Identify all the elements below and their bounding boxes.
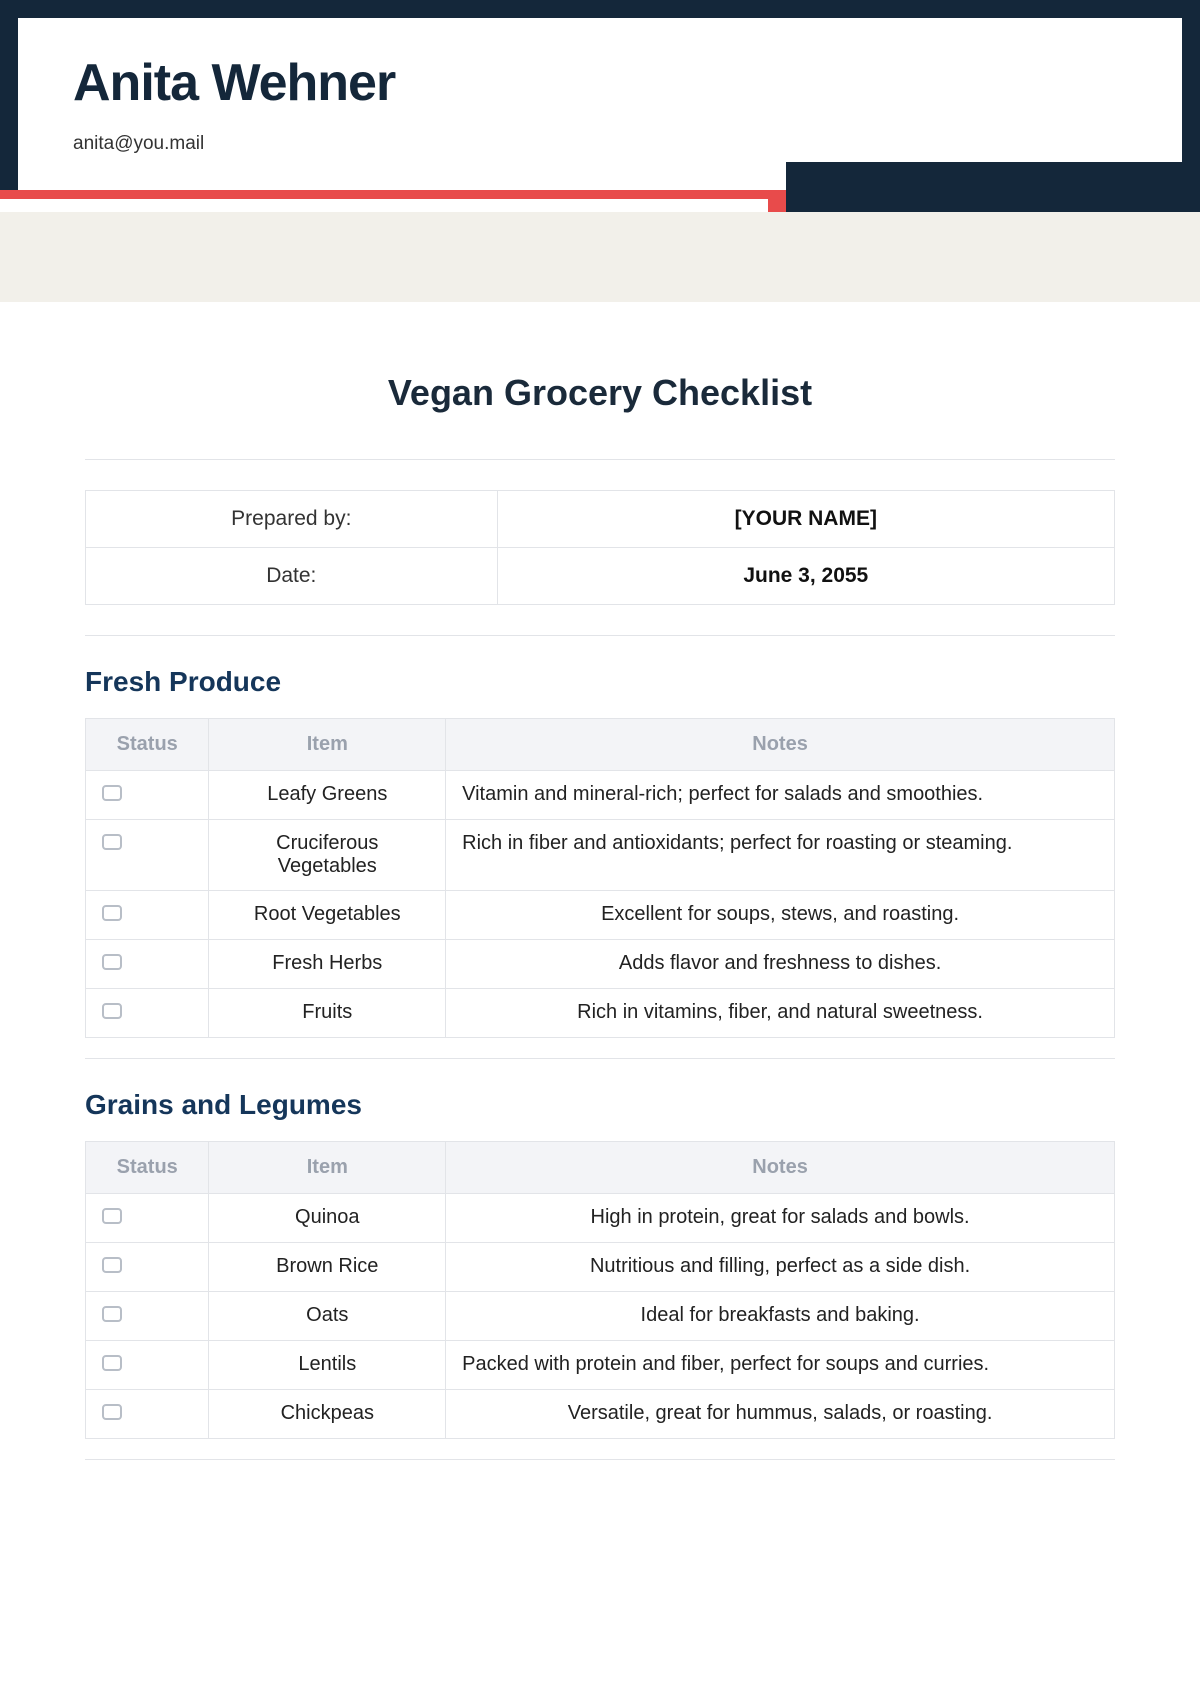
item-cell: Quinoa — [209, 1194, 446, 1243]
notes-cell: Rich in vitamins, fiber, and natural swe… — [446, 989, 1115, 1038]
checkbox-icon[interactable] — [102, 834, 122, 850]
notes-cell: Rich in fiber and antioxidants; perfect … — [446, 820, 1115, 891]
status-cell — [86, 771, 209, 820]
accent-navy-block — [786, 162, 1200, 212]
item-cell: Fresh Herbs — [209, 940, 446, 989]
checkbox-icon[interactable] — [102, 785, 122, 801]
column-header-status: Status — [86, 1142, 209, 1194]
checkbox-icon[interactable] — [102, 954, 122, 970]
column-header-item: Item — [209, 1142, 446, 1194]
column-header-status: Status — [86, 719, 209, 771]
section-title: Grains and Legumes — [85, 1089, 1115, 1121]
notes-cell: Ideal for breakfasts and baking. — [446, 1292, 1115, 1341]
item-cell: Lentils — [209, 1341, 446, 1390]
status-cell — [86, 989, 209, 1038]
table-row: LentilsPacked with protein and fiber, pe… — [86, 1341, 1115, 1390]
checkbox-icon[interactable] — [102, 1355, 122, 1371]
status-cell — [86, 940, 209, 989]
item-cell: Root Vegetables — [209, 891, 446, 940]
notes-cell: Vitamin and mineral-rich; perfect for sa… — [446, 771, 1115, 820]
checklist-table: StatusItemNotesQuinoaHigh in protein, gr… — [85, 1141, 1115, 1439]
divider — [85, 1459, 1115, 1460]
table-row: QuinoaHigh in protein, great for salads … — [86, 1194, 1115, 1243]
status-cell — [86, 1194, 209, 1243]
person-email: anita@you.mail — [73, 133, 1127, 155]
table-row: Root VegetablesExcellent for soups, stew… — [86, 891, 1115, 940]
status-cell — [86, 1341, 209, 1390]
status-cell — [86, 891, 209, 940]
checkbox-icon[interactable] — [102, 1404, 122, 1420]
notes-cell: Versatile, great for hummus, salads, or … — [446, 1390, 1115, 1439]
notes-cell: Adds flavor and freshness to dishes. — [446, 940, 1115, 989]
meta-label-date: Date: — [86, 548, 498, 605]
status-cell — [86, 820, 209, 891]
person-name: Anita Wehner — [73, 53, 1127, 113]
accent-red-bar — [0, 190, 768, 199]
meta-row-prepared-by: Prepared by: [YOUR NAME] — [86, 491, 1115, 548]
item-cell: Fruits — [209, 989, 446, 1038]
checkbox-icon[interactable] — [102, 1208, 122, 1224]
table-row: Leafy GreensVitamin and mineral-rich; pe… — [86, 771, 1115, 820]
notes-cell: Excellent for soups, stews, and roasting… — [446, 891, 1115, 940]
item-cell: Chickpeas — [209, 1390, 446, 1439]
checkbox-icon[interactable] — [102, 1257, 122, 1273]
status-cell — [86, 1243, 209, 1292]
status-cell — [86, 1292, 209, 1341]
document-title: Vegan Grocery Checklist — [85, 372, 1115, 414]
meta-row-date: Date: June 3, 2055 — [86, 548, 1115, 605]
checkbox-icon[interactable] — [102, 905, 122, 921]
column-header-notes: Notes — [446, 719, 1115, 771]
status-cell — [86, 1390, 209, 1439]
table-row: Cruciferous VegetablesRich in fiber and … — [86, 820, 1115, 891]
item-cell: Cruciferous Vegetables — [209, 820, 446, 891]
section-title: Fresh Produce — [85, 666, 1115, 698]
table-row: Fresh HerbsAdds flavor and freshness to … — [86, 940, 1115, 989]
divider — [85, 459, 1115, 460]
item-cell: Brown Rice — [209, 1243, 446, 1292]
notes-cell: Packed with protein and fiber, perfect f… — [446, 1341, 1115, 1390]
meta-value-date: June 3, 2055 — [497, 548, 1114, 605]
sections-container: Fresh ProduceStatusItemNotesLeafy Greens… — [85, 666, 1115, 1460]
checkbox-icon[interactable] — [102, 1306, 122, 1322]
table-row: OatsIdeal for breakfasts and baking. — [86, 1292, 1115, 1341]
accent-bar — [0, 190, 1200, 212]
beige-spacer — [0, 212, 1200, 302]
table-row: FruitsRich in vitamins, fiber, and natur… — [86, 989, 1115, 1038]
document-content: Vegan Grocery Checklist Prepared by: [YO… — [0, 302, 1200, 1530]
table-row: ChickpeasVersatile, great for hummus, sa… — [86, 1390, 1115, 1439]
checklist-table: StatusItemNotesLeafy GreensVitamin and m… — [85, 718, 1115, 1038]
divider — [85, 1058, 1115, 1059]
checkbox-icon[interactable] — [102, 1003, 122, 1019]
notes-cell: Nutritious and filling, perfect as a sid… — [446, 1243, 1115, 1292]
table-row: Brown RiceNutritious and filling, perfec… — [86, 1243, 1115, 1292]
item-cell: Oats — [209, 1292, 446, 1341]
meta-table: Prepared by: [YOUR NAME] Date: June 3, 2… — [85, 490, 1115, 605]
column-header-item: Item — [209, 719, 446, 771]
notes-cell: High in protein, great for salads and bo… — [446, 1194, 1115, 1243]
divider — [85, 635, 1115, 636]
page: Anita Wehner anita@you.mail Vegan Grocer… — [0, 0, 1200, 1530]
accent-red-tab — [768, 190, 786, 212]
meta-label-prepared-by: Prepared by: — [86, 491, 498, 548]
meta-value-prepared-by: [YOUR NAME] — [497, 491, 1114, 548]
column-header-notes: Notes — [446, 1142, 1115, 1194]
item-cell: Leafy Greens — [209, 771, 446, 820]
